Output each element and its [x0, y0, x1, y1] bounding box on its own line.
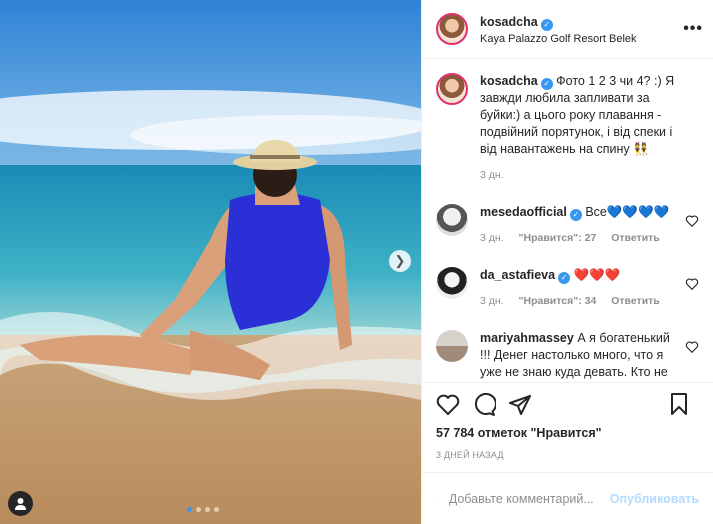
comment-item: mariyahmassey А я богатенький !!! Денег …	[436, 330, 699, 382]
posted-time: 3 ДНЕЙ НАЗАД	[436, 450, 504, 460]
comment-item: da_astafieva ✓ ❤️❤️❤️ 3 дн. "Нравится": 3…	[436, 267, 699, 310]
more-options-icon[interactable]: •••	[683, 20, 703, 38]
post-photo[interactable]: ❯	[0, 0, 421, 524]
user-icon	[15, 498, 26, 510]
action-bar	[422, 383, 713, 426]
carousel-dots	[187, 507, 219, 512]
like-comment-heart-icon[interactable]	[685, 214, 699, 228]
emoji-smile-icon[interactable]	[436, 487, 437, 511]
comments-list: kosadcha ✓ Фото 1 2 3 чи 4? :) Я завжди л…	[422, 59, 713, 383]
comment-likes-link[interactable]: "Нравится": 27	[519, 232, 597, 244]
post-details-panel: kosadcha ✓ Kaya Palazzo Golf Resort Belek…	[421, 0, 713, 524]
next-photo-button[interactable]: ❯	[389, 250, 411, 272]
post-header: kosadcha ✓ Kaya Palazzo Golf Resort Belek…	[422, 0, 713, 59]
carousel-dot	[196, 507, 201, 512]
comment-bubble-icon[interactable]	[472, 392, 496, 417]
commenter-avatar[interactable]	[436, 204, 468, 236]
verified-icon: ✓	[569, 209, 582, 221]
comment-text: ❤️❤️❤️	[573, 268, 621, 282]
chevron-right-icon: ❯	[394, 253, 406, 268]
likes-count[interactable]: 57 784 отметок "Нравится"	[422, 426, 713, 446]
comment-item: mesedaofficial ✓ Все💙💙💙💙 3 дн. "Нравится"…	[436, 204, 699, 247]
caption-time: 3 дн.	[480, 169, 504, 181]
verified-icon: ✓	[558, 272, 571, 284]
comment-likes-link[interactable]: "Нравится": 34	[519, 295, 597, 307]
comment-username[interactable]: da_astafieva	[480, 268, 555, 282]
verified-icon: ✓	[540, 78, 553, 90]
comment-time: 3 дн.	[480, 295, 504, 307]
caption-avatar[interactable]	[436, 73, 468, 105]
comment-time: 3 дн.	[480, 232, 504, 244]
beach-photo	[0, 0, 421, 524]
comment-username[interactable]: mesedaofficial	[480, 205, 567, 219]
carousel-dot	[187, 507, 192, 512]
location-link[interactable]: Kaya Palazzo Golf Resort Belek	[480, 33, 637, 45]
commenter-avatar[interactable]	[436, 267, 468, 299]
caption-username[interactable]: kosadcha	[480, 74, 538, 88]
like-comment-heart-icon[interactable]	[685, 340, 699, 354]
author-avatar[interactable]	[436, 13, 468, 45]
like-heart-icon[interactable]	[436, 393, 460, 417]
add-comment-bar: Опубликовать	[422, 472, 713, 524]
tagged-users-button[interactable]	[8, 491, 33, 516]
caption: kosadcha ✓ Фото 1 2 3 чи 4? :) Я завжди л…	[436, 73, 699, 184]
comment-input[interactable]	[448, 491, 610, 506]
reply-button[interactable]: Ответить	[611, 295, 660, 307]
verified-icon: ✓	[540, 19, 553, 31]
carousel-dot	[214, 507, 219, 512]
carousel-dot	[205, 507, 210, 512]
share-send-icon[interactable]	[508, 393, 532, 417]
bookmark-save-icon[interactable]	[667, 392, 691, 416]
like-comment-heart-icon[interactable]	[685, 277, 699, 291]
commenter-avatar[interactable]	[436, 330, 468, 362]
instagram-post: ❯ kosadcha ✓ Kaya Palazzo Golf Resort Bel…	[0, 0, 713, 524]
comment-username[interactable]: mariyahmassey	[480, 331, 574, 345]
publish-button[interactable]: Опубликовать	[610, 492, 699, 506]
comment-text: Все💙💙💙💙	[585, 205, 670, 219]
reply-button[interactable]: Ответить	[611, 232, 660, 244]
author-username[interactable]: kosadcha	[480, 15, 538, 29]
